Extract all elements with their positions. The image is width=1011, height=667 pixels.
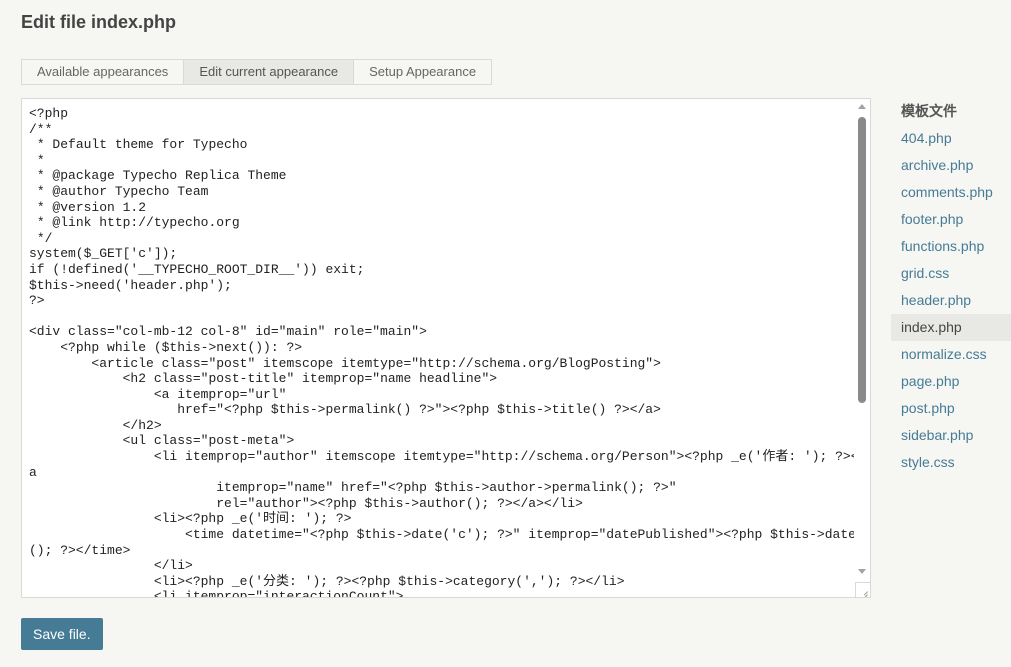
file-item-style-css[interactable]: style.css (891, 449, 1011, 476)
file-item-404-php[interactable]: 404.php (891, 125, 1011, 152)
file-item-page-php[interactable]: page.php (891, 368, 1011, 395)
scroll-thumb[interactable] (858, 117, 866, 403)
sidebar-title: 模板文件 (901, 103, 957, 119)
template-files-sidebar: 模板文件 404.php archive.php comments.php fo… (891, 98, 1011, 476)
code-content[interactable]: <?php /** * Default theme for Typecho * … (29, 106, 859, 597)
save-file-button[interactable]: Save file. (21, 618, 103, 650)
file-item-normalize-css[interactable]: normalize.css (891, 341, 1011, 368)
file-item-post-php[interactable]: post.php (891, 395, 1011, 422)
scroll-down-arrow-icon[interactable] (858, 569, 866, 574)
file-item-functions-php[interactable]: functions.php (891, 233, 1011, 260)
code-editor[interactable]: <?php /** * Default theme for Typecho * … (21, 98, 871, 598)
file-item-archive-php[interactable]: archive.php (891, 152, 1011, 179)
resize-grip-icon[interactable] (855, 582, 870, 597)
file-item-index-php[interactable]: index.php (891, 314, 1011, 341)
file-item-comments-php[interactable]: comments.php (891, 179, 1011, 206)
appearance-tabs: Available appearances Edit current appea… (21, 59, 493, 85)
tab-setup-appearance[interactable]: Setup Appearance (353, 59, 493, 85)
scroll-up-arrow-icon[interactable] (858, 104, 866, 109)
editor-scrollbar[interactable] (854, 99, 870, 597)
file-item-grid-css[interactable]: grid.css (891, 260, 1011, 287)
tab-available-appearances[interactable]: Available appearances (21, 59, 185, 85)
file-item-footer-php[interactable]: footer.php (891, 206, 1011, 233)
file-item-header-php[interactable]: header.php (891, 287, 1011, 314)
tab-edit-current-appearance[interactable]: Edit current appearance (183, 59, 355, 85)
file-item-sidebar-php[interactable]: sidebar.php (891, 422, 1011, 449)
page-title: Edit file index.php (21, 12, 177, 32)
